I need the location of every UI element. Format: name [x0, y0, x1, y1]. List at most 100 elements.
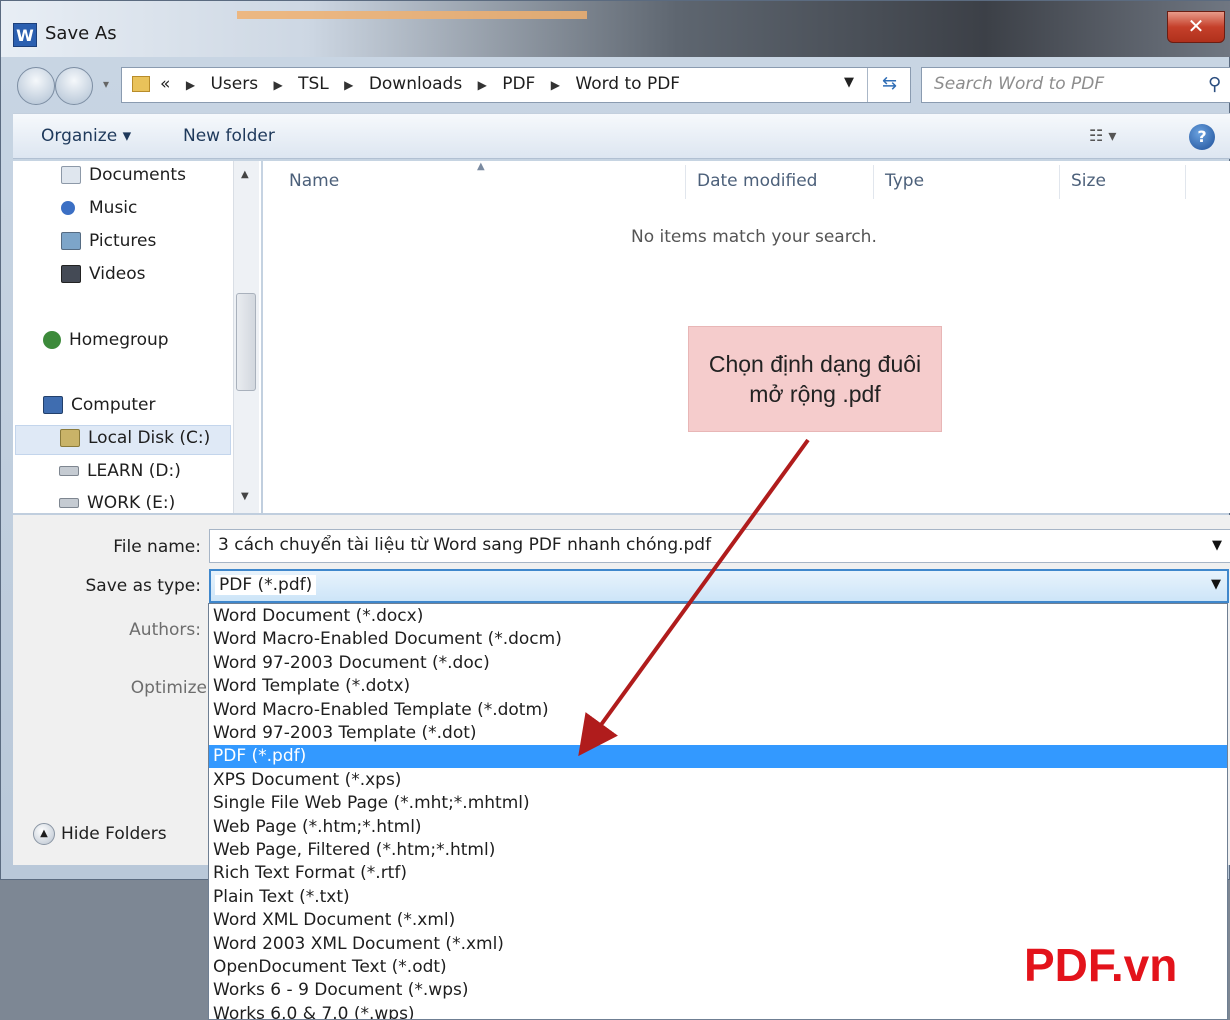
breadcrumb-users[interactable]: Users [210, 74, 258, 94]
sidebar-item-documents[interactable]: Documents [61, 165, 186, 195]
pictures-icon [61, 232, 81, 250]
views-menu-icon[interactable]: ☷ ▾ [1089, 126, 1116, 145]
breadcrumb-pdf[interactable]: PDF [502, 74, 535, 94]
sidebar-item-homegroup[interactable]: Homegroup [43, 330, 169, 360]
file-name-dropdown-icon[interactable]: ▼ [1212, 538, 1222, 553]
drive-icon [59, 498, 79, 508]
sidebar-item-label: Documents [89, 165, 186, 185]
drive-icon [59, 466, 79, 476]
title-glow [237, 11, 587, 19]
address-bar[interactable]: « ▶ Users ▶ TSL ▶ Downloads ▶ PDF ▶ Word… [121, 67, 911, 103]
column-divider[interactable] [1059, 165, 1060, 199]
search-placeholder: Search Word to PDF [934, 74, 1105, 94]
pdfvn-watermark: PDF.vn [1024, 939, 1178, 991]
help-icon[interactable]: ? [1189, 124, 1215, 150]
chevron-right-icon[interactable]: ▶ [478, 78, 487, 92]
organize-button[interactable]: Organize ▾ [41, 126, 131, 146]
file-name-label: File name: [113, 537, 201, 557]
file-name-value: 3 cách chuyển tài liệu từ Word sang PDF … [218, 535, 712, 555]
save-type-label: Save as type: [85, 576, 201, 596]
callout-line-2: mở rộng .pdf [749, 381, 881, 407]
scroll-up-icon[interactable]: ▲ [241, 169, 249, 180]
sidebar-item-music[interactable]: Music [61, 198, 137, 228]
refresh-icon[interactable]: ⇆ [867, 68, 911, 102]
videos-icon [61, 265, 81, 283]
dropdown-option[interactable]: Web Page (*.htm;*.html) [209, 816, 1227, 839]
sort-ascending-icon: ▲ [477, 161, 485, 172]
dropdown-option[interactable]: Single File Web Page (*.mht;*.mhtml) [209, 792, 1227, 815]
dropdown-option[interactable]: Word Template (*.dotx) [209, 675, 1227, 698]
callout-line-1: Chọn định dạng đuôi [708, 351, 922, 377]
dropdown-option[interactable]: Word Macro-Enabled Template (*.dotm) [209, 699, 1227, 722]
window-title: Save As [45, 23, 117, 44]
breadcrumb: « ▶ Users ▶ TSL ▶ Downloads ▶ PDF ▶ Word… [160, 74, 680, 94]
search-icon[interactable]: ⚲ [1208, 74, 1221, 95]
sidebar-item-learn[interactable]: LEARN (D:) [59, 461, 181, 491]
scroll-down-icon[interactable]: ▼ [241, 491, 249, 502]
hide-folders-label: Hide Folders [61, 824, 167, 844]
command-toolbar: Organize ▾ New folder ☷ ▾ ? [13, 113, 1230, 159]
breadcrumb-word-to-pdf[interactable]: Word to PDF [575, 74, 680, 94]
sidebar-item-label: LEARN (D:) [87, 461, 181, 481]
column-divider[interactable] [1185, 165, 1186, 199]
chevron-right-icon[interactable]: ▶ [344, 78, 353, 92]
column-header-type[interactable]: Type [885, 171, 924, 191]
close-button[interactable]: ✕ [1167, 11, 1225, 43]
save-type-select[interactable]: PDF (*.pdf) ▼ [209, 569, 1229, 603]
scroll-thumb[interactable] [236, 293, 256, 391]
sidebar-item-label: Videos [89, 264, 146, 284]
chevron-right-icon[interactable]: ▶ [551, 78, 560, 92]
chevron-right-icon[interactable]: ▶ [186, 78, 195, 92]
dropdown-option[interactable]: Word Document (*.docx) [209, 605, 1227, 628]
dropdown-option[interactable]: Word XML Document (*.xml) [209, 909, 1227, 932]
sidebar-item-work[interactable]: WORK (E:) [59, 493, 175, 513]
dropdown-option[interactable]: Word 97-2003 Template (*.dot) [209, 722, 1227, 745]
sidebar-item-label: Homegroup [69, 330, 169, 350]
column-header-date[interactable]: Date modified [697, 171, 817, 191]
sidebar-item-label: WORK (E:) [87, 493, 176, 513]
homegroup-icon [43, 331, 61, 349]
dropdown-option[interactable]: PDF (*.pdf) [209, 745, 1227, 769]
chevron-right-icon[interactable]: ▶ [273, 78, 282, 92]
column-divider[interactable] [873, 165, 874, 199]
dropdown-option[interactable]: Works 6.0 & 7.0 (*.wps) [209, 1003, 1227, 1019]
sidebar-item-videos[interactable]: Videos [61, 264, 146, 294]
breadcrumb-tsl[interactable]: TSL [298, 74, 329, 94]
file-name-field[interactable]: 3 cách chuyển tài liệu từ Word sang PDF … [209, 529, 1230, 563]
dropdown-option[interactable]: Word 97-2003 Document (*.doc) [209, 652, 1227, 675]
hide-folders-button[interactable]: ▲ Hide Folders [33, 823, 167, 845]
forward-button[interactable] [55, 67, 93, 105]
sidebar-item-label: Local Disk (C:) [88, 428, 211, 448]
word-app-icon: W [13, 23, 37, 47]
save-type-dropdown-icon[interactable]: ▼ [1211, 577, 1221, 592]
sidebar-item-pictures[interactable]: Pictures [61, 231, 156, 261]
dropdown-option[interactable]: XPS Document (*.xps) [209, 769, 1227, 792]
dropdown-option[interactable]: Plain Text (*.txt) [209, 886, 1227, 909]
back-button[interactable] [17, 67, 55, 105]
breadcrumb-downloads[interactable]: Downloads [369, 74, 462, 94]
dropdown-option[interactable]: Web Page, Filtered (*.htm;*.html) [209, 839, 1227, 862]
sidebar-item-label: Music [89, 198, 138, 218]
music-icon [61, 201, 75, 215]
sidebar-item-local-disk[interactable]: Local Disk (C:) [15, 425, 231, 455]
optimize-label: Optimize [130, 678, 207, 698]
search-input[interactable]: Search Word to PDF ⚲ [921, 67, 1230, 103]
navigation-pane: Documents Music Pictures Videos Homegrou… [13, 161, 261, 513]
sidebar-item-computer[interactable]: Computer [43, 395, 156, 425]
new-folder-button[interactable]: New folder [183, 126, 275, 146]
dropdown-option[interactable]: Rich Text Format (*.rtf) [209, 862, 1227, 885]
title-bar: W Save As ✕ [1, 1, 1230, 57]
address-dropdown-icon[interactable]: ▼ [844, 75, 854, 90]
folder-icon [132, 76, 150, 92]
local-disk-icon [60, 429, 80, 447]
breadcrumb-overflow[interactable]: « [160, 74, 170, 94]
column-divider[interactable] [685, 165, 686, 199]
sidebar-item-label: Pictures [89, 231, 157, 251]
column-header-name[interactable]: Name [289, 171, 339, 191]
authors-label: Authors: [129, 620, 201, 640]
save-type-value: PDF (*.pdf) [215, 575, 317, 595]
nav-scrollbar[interactable]: ▲ ▼ [233, 161, 259, 513]
column-header-size[interactable]: Size [1071, 171, 1106, 191]
recent-pages-arrow-icon[interactable]: ▾ [103, 77, 109, 91]
dropdown-option[interactable]: Word Macro-Enabled Document (*.docm) [209, 628, 1227, 651]
